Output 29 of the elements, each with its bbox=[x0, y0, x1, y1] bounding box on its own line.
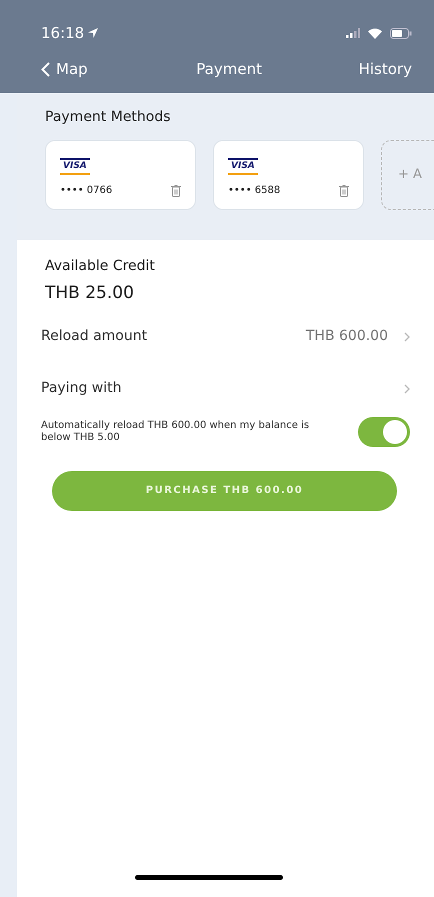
row-label: Paying with bbox=[41, 379, 122, 398]
status-time: 16:18 bbox=[41, 22, 84, 44]
signal-icon bbox=[346, 28, 360, 38]
wifi-icon bbox=[368, 28, 382, 38]
screen-title: Payment bbox=[196, 58, 262, 80]
history-button[interactable]: History bbox=[358, 58, 412, 80]
back-button[interactable]: Map bbox=[41, 58, 88, 80]
trash-icon[interactable] bbox=[339, 184, 349, 196]
row-value: THB 600.00 bbox=[306, 327, 388, 346]
credit-label: Available Credit bbox=[45, 257, 156, 276]
card-brand-logo: VISA bbox=[228, 158, 258, 175]
battery-icon bbox=[390, 28, 412, 38]
chevron-right-icon bbox=[404, 384, 410, 394]
credit-amount: THB 25.00 bbox=[45, 282, 135, 305]
auto-reload-text: Automatically reload THB 600.00 when my balance is below THB 5.00 bbox=[41, 420, 310, 444]
section-title: Payment Methods bbox=[45, 108, 172, 127]
payment-card[interactable]: VISA •••• 6588 bbox=[213, 140, 364, 210]
toggle-switch[interactable] bbox=[358, 416, 410, 446]
row-label: Reload amount bbox=[41, 327, 148, 346]
card-number: •••• 0766 bbox=[60, 184, 112, 198]
payment-card[interactable]: VISA •••• 0766 bbox=[45, 140, 196, 210]
card-number: •••• 6588 bbox=[228, 184, 280, 198]
trash-icon[interactable] bbox=[171, 184, 181, 196]
chevron-left-icon bbox=[41, 62, 50, 76]
list-row[interactable]: Reload amount THB 600.00 bbox=[41, 310, 410, 362]
card-brand-logo: VISA bbox=[60, 158, 90, 175]
location-arrow-icon bbox=[88, 28, 98, 38]
chevron-right-icon bbox=[404, 332, 410, 342]
list-row[interactable]: Paying with bbox=[41, 362, 410, 414]
